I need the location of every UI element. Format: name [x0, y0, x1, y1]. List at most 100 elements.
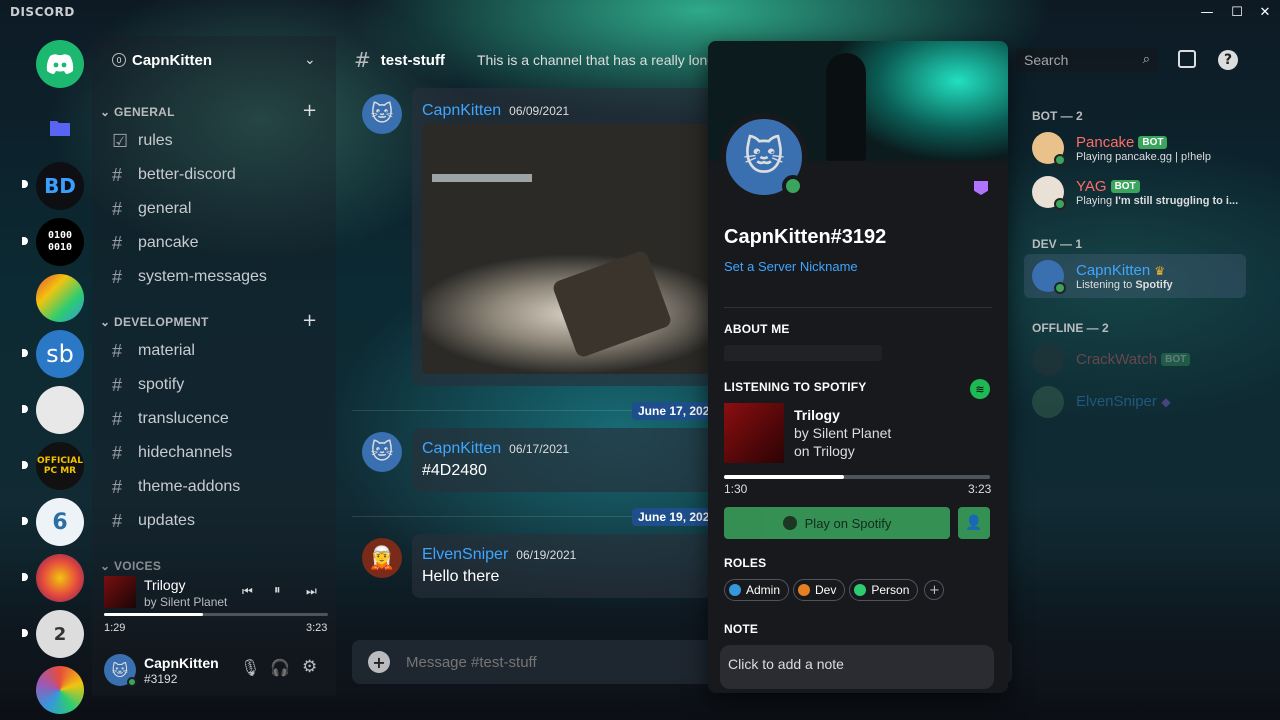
message-author[interactable]: CapnKitten	[422, 102, 501, 120]
app-brand: DISCORD	[10, 5, 75, 19]
track-album[interactable]: on Trilogy	[794, 443, 855, 459]
hash-icon: #	[112, 198, 123, 219]
channel-updates[interactable]: # updates	[112, 506, 195, 536]
next-icon[interactable]: ⏭	[306, 584, 317, 599]
roles-heading: ROLES	[724, 556, 767, 570]
yag-avatar-icon	[1032, 176, 1066, 210]
member-crackwatch[interactable]: CrackWatch BOT	[1024, 338, 1246, 382]
spotify-icon	[782, 516, 797, 530]
server-destiny[interactable]: 2	[36, 610, 84, 658]
hash-icon: #	[112, 266, 123, 287]
message-author[interactable]: ElvenSniper	[422, 546, 508, 564]
add-role-button[interactable]: +	[924, 580, 945, 600]
server-sb[interactable]: sb	[36, 330, 84, 378]
image-attachment[interactable]	[422, 124, 708, 374]
server-sketch[interactable]	[36, 386, 84, 434]
member-yag[interactable]: YAG BOT Playing I'm still struggling to i…	[1024, 170, 1246, 214]
category-development[interactable]: ⌄ DEVELOPMENT	[100, 315, 209, 329]
home-button[interactable]	[36, 40, 84, 88]
member-capnkitten[interactable]: CapnKitten ♛ Listening to Spotify	[1024, 254, 1246, 298]
channel-material[interactable]: # material	[112, 336, 195, 366]
pause-icon[interactable]: ⏸	[274, 583, 281, 598]
chevron-down-icon[interactable]: ⌄	[304, 52, 316, 68]
server-pcmr[interactable]: OFFICIAL PC MR	[36, 442, 84, 490]
add-channel-icon[interactable]: +	[302, 310, 317, 331]
member-name: CapnKitten	[1076, 261, 1151, 279]
play-on-spotify-label: Play on Spotify	[804, 515, 892, 531]
hash-icon: #	[112, 442, 123, 463]
microphone-icon[interactable]: 🎙	[240, 658, 260, 677]
track-elapsed: 1:30	[724, 482, 748, 496]
category-general[interactable]: ⌄ GENERAL	[100, 105, 175, 119]
role-person[interactable]: Person	[849, 579, 919, 601]
track-album-art[interactable]	[724, 403, 784, 463]
channel-theme-addons[interactable]: # theme-addons	[112, 472, 240, 502]
about-me-blurred	[724, 345, 882, 361]
channel-general[interactable]: # general	[112, 194, 191, 224]
note-input[interactable]: Click to add a note	[720, 645, 994, 689]
search-input[interactable]: Search ⌕	[1016, 48, 1158, 72]
set-nickname-link[interactable]: Set a Server Nickname	[724, 259, 858, 274]
message-author[interactable]: CapnKitten	[422, 440, 501, 458]
previous-icon[interactable]: ⏮	[242, 584, 253, 599]
track-progress-bar[interactable]	[724, 475, 990, 479]
cat-avatar-icon: 🐱	[111, 660, 129, 680]
add-channel-icon[interactable]: +	[302, 100, 317, 121]
role-color-dot	[798, 584, 811, 596]
search-icon: ⌕	[1142, 51, 1150, 66]
elf-avatar-icon	[1032, 386, 1064, 418]
guild-badge-icon: 0	[112, 53, 126, 67]
inbox-icon[interactable]	[1178, 50, 1196, 68]
server-binary[interactable]: 0100 0010	[36, 218, 84, 266]
guild-header[interactable]: 0 CapnKitten ⌄	[92, 36, 336, 84]
track-artist[interactable]: by Silent Planet	[794, 425, 891, 441]
avatar[interactable]: 🐱	[362, 94, 402, 134]
member-elvensniper[interactable]: ElvenSniper ◆	[1024, 380, 1246, 424]
headphones-icon[interactable]: 🎧	[270, 658, 290, 677]
weapon-shape	[551, 249, 673, 359]
member-pancake[interactable]: Pancake BOT Playing pancake.gg | p!help	[1024, 126, 1246, 170]
server-color-wheel[interactable]	[36, 666, 84, 714]
pancake-avatar-icon	[1032, 132, 1066, 166]
divider	[724, 307, 992, 308]
channel-system-messages[interactable]: # system-messages	[112, 262, 267, 292]
user-name: CapnKitten	[144, 655, 219, 671]
channel-rules[interactable]: ☑ rules	[112, 126, 173, 156]
server-rainbow[interactable]	[36, 554, 84, 602]
channel-better-discord[interactable]: # better-discord	[112, 160, 236, 190]
avatar[interactable]: 🐱	[362, 432, 402, 472]
mini-track-title[interactable]: Trilogy	[144, 577, 186, 593]
member-category-dev: DEV — 1	[1032, 237, 1083, 251]
channel-hidechannels[interactable]: # hidechannels	[112, 438, 232, 468]
track-title[interactable]: Trilogy	[794, 407, 840, 423]
unread-pip	[22, 573, 28, 581]
channel-translucence[interactable]: # translucence	[112, 404, 229, 434]
note-heading: NOTE	[724, 622, 759, 636]
help-icon[interactable]: ?	[1218, 50, 1238, 70]
message-input[interactable]	[406, 653, 706, 671]
avatar[interactable]: 🧝	[362, 538, 402, 578]
add-friend-button[interactable]: 👤	[958, 507, 990, 539]
channel-topic[interactable]: This is a channel that has a really long…	[477, 52, 726, 68]
server-siege[interactable]: 6	[36, 498, 84, 546]
play-on-spotify-button[interactable]: Play on Spotify	[724, 507, 950, 539]
server-goose[interactable]	[36, 274, 84, 322]
online-status-icon	[1054, 154, 1066, 166]
unread-pip	[22, 349, 28, 357]
mini-elapsed: 1:29	[104, 622, 126, 634]
message-bubble	[412, 428, 712, 492]
maximize-button[interactable]: ☐	[1222, 0, 1252, 24]
folder-icon[interactable]	[36, 104, 84, 152]
mini-progress-bar[interactable]	[104, 613, 328, 616]
gear-icon[interactable]: ⚙	[302, 657, 317, 677]
minimize-button[interactable]: —	[1192, 0, 1222, 24]
close-button[interactable]: ✕	[1250, 0, 1280, 24]
role-dev[interactable]: Dev	[793, 579, 846, 601]
role-admin[interactable]: Admin	[724, 579, 790, 601]
server-betterdiscord[interactable]: BD	[36, 162, 84, 210]
channel-spotify[interactable]: # spotify	[112, 370, 184, 400]
server-rail: BD 0100 0010 sb OFFICIAL PC MR 6 2	[22, 36, 92, 714]
add-attachment-icon[interactable]: +	[368, 651, 390, 673]
online-status-icon	[782, 175, 804, 197]
channel-pancake[interactable]: # pancake	[112, 228, 199, 258]
